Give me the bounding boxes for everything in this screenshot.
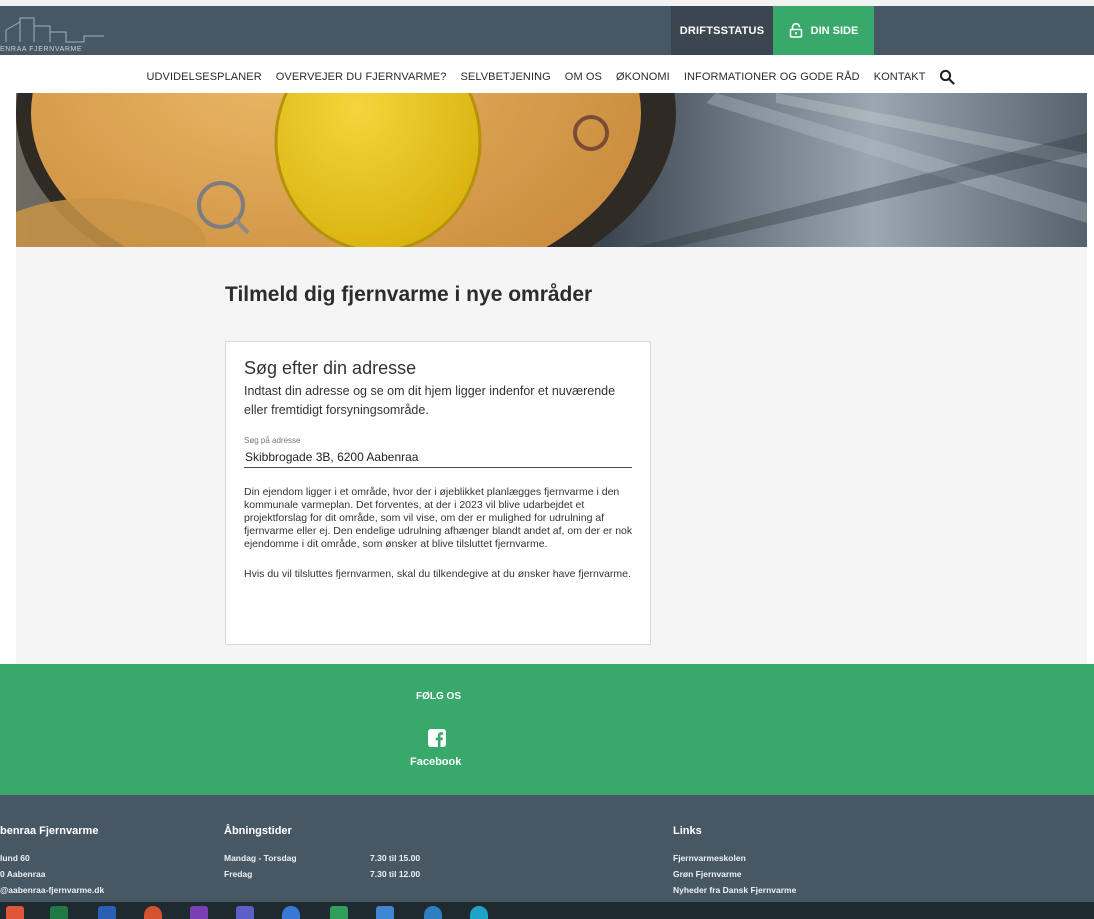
top-bar: ENRAA FJERNVARME DRIFTSSTATUS DIN SIDE <box>0 0 1094 55</box>
facebook-icon[interactable] <box>428 729 446 747</box>
powerpoint-icon[interactable] <box>144 906 162 919</box>
logo-text: ENRAA FJERNVARME <box>0 46 83 53</box>
footer-hours-heading: Åbningstider <box>224 825 292 837</box>
app-icon[interactable] <box>424 906 442 919</box>
address-search-input[interactable] <box>244 446 632 468</box>
footer-city-line: 0 Aabenraa <box>0 869 46 879</box>
browser-icon[interactable] <box>282 906 300 919</box>
hero-image <box>16 93 1087 247</box>
app-icon[interactable] <box>330 906 348 919</box>
edge-icon[interactable] <box>470 906 488 919</box>
app-icon[interactable] <box>376 906 394 919</box>
nav-item-selvbetjening[interactable]: SELVBETJENING <box>453 71 557 83</box>
footer-links-heading: Links <box>673 825 702 837</box>
follow-section: FØLG OS Facebook <box>0 664 1094 795</box>
result-note: Hvis du vil tilsluttes fjernvarmen, skal… <box>244 568 631 580</box>
main-nav: UDVIDELSESPLANER OVERVEJER DU FJERNVARME… <box>0 61 1094 93</box>
logo[interactable]: ENRAA FJERNVARME <box>0 12 130 53</box>
facebook-link[interactable]: Facebook <box>410 756 461 768</box>
nav-item-udvidelsesplaner[interactable]: UDVIDELSESPLANER <box>139 71 268 83</box>
footer-hours-time: 7.30 til 12.00 <box>370 869 421 879</box>
footer-hours-day: Fredag <box>224 869 253 879</box>
card-title: Søg efter din adresse <box>244 358 417 378</box>
footer-email-link[interactable]: @aabenraa-fjernvarme.dk <box>0 885 104 895</box>
hero-pipes-image <box>16 93 1087 247</box>
result-text: Din ejendom ligger i et område, hvor der… <box>244 486 633 550</box>
footer-link-nyheder[interactable]: Nyheder fra Dansk Fjernvarme <box>673 885 796 895</box>
page-title: Tilmeld dig fjernvarme i nye områder <box>225 283 593 306</box>
main-content: Tilmeld dig fjernvarme i nye områder Søg… <box>16 247 1087 664</box>
excel-icon[interactable] <box>50 906 68 919</box>
footer: benraa Fjernvarme lund 60 0 Aabenraa @aa… <box>0 795 1094 902</box>
nav-item-overvejer[interactable]: OVERVEJER DU FJERNVARME? <box>269 71 454 83</box>
nav-item-informationer[interactable]: INFORMATIONER OG GODE RÅD <box>677 71 867 83</box>
nav-item-okonomi[interactable]: ØKONOMI <box>609 71 677 83</box>
card-intro: Indtast din adresse og se om dit hjem li… <box>244 384 616 417</box>
follow-label: FØLG OS <box>416 691 461 702</box>
din-side-button[interactable]: DIN SIDE <box>773 6 874 55</box>
footer-link-fjernvarmeskolen[interactable]: Fjernvarmeskolen <box>673 853 746 863</box>
footer-address-line: lund 60 <box>0 853 30 863</box>
driftsstatus-button[interactable]: DRIFTSSTATUS <box>671 6 773 55</box>
os-taskbar <box>0 902 1094 919</box>
address-search-card: Søg efter din adresse Indtast din adress… <box>225 341 651 645</box>
din-side-label: DIN SIDE <box>810 24 859 37</box>
driftsstatus-label: DRIFTSSTATUS <box>679 24 765 37</box>
footer-link-gron-fjernvarme[interactable]: Grøn Fjernvarme <box>673 869 742 879</box>
footer-hours-day: Mandag - Torsdag <box>224 853 297 863</box>
search-icon[interactable] <box>939 69 955 85</box>
nav-item-kontakt[interactable]: KONTAKT <box>867 71 933 83</box>
footer-company-heading: benraa Fjernvarme <box>0 825 99 837</box>
footer-hours-time: 7.30 til 15.00 <box>370 853 421 863</box>
app-icon[interactable] <box>6 906 24 919</box>
word-icon[interactable] <box>98 906 116 919</box>
lock-icon <box>789 23 802 38</box>
onenote-icon[interactable] <box>190 906 208 919</box>
address-field-label: Søg på adresse <box>244 436 301 445</box>
teams-icon[interactable] <box>236 906 254 919</box>
nav-item-om-os[interactable]: OM OS <box>558 71 609 83</box>
